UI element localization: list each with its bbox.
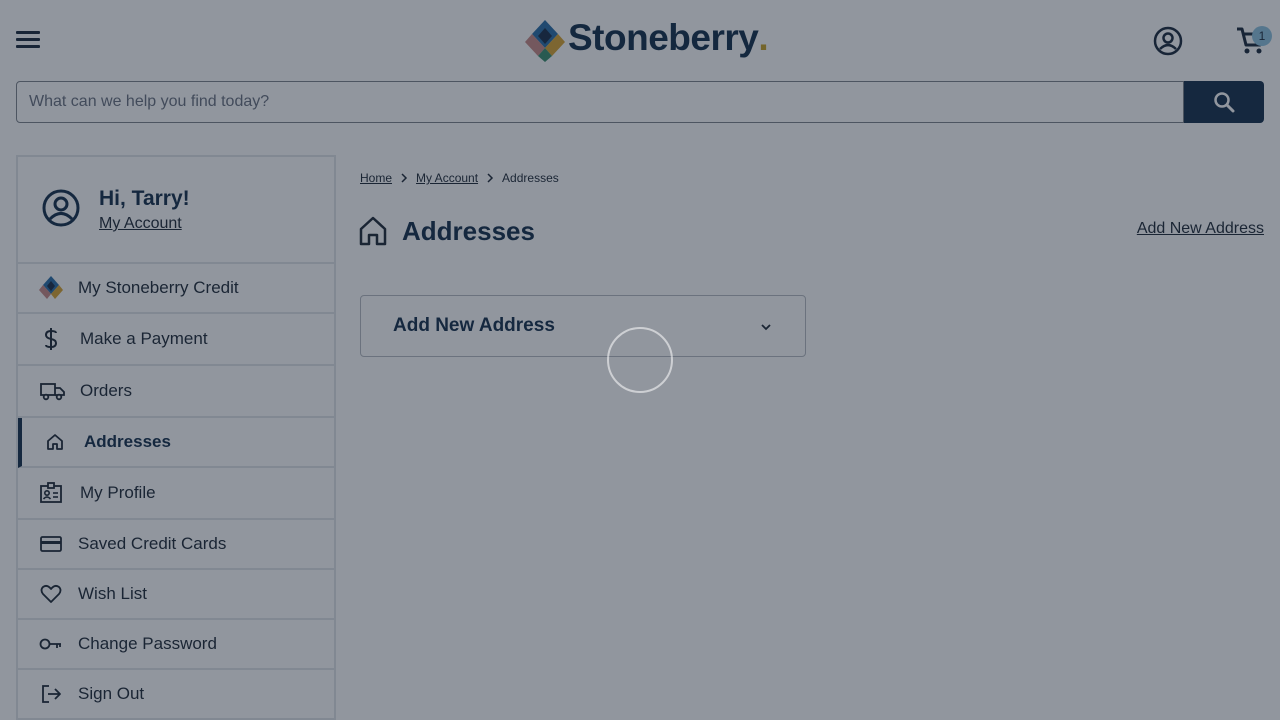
page: Stoneberry. 1 What can we help you find … [0,0,1280,720]
loading-spinner [607,327,673,393]
